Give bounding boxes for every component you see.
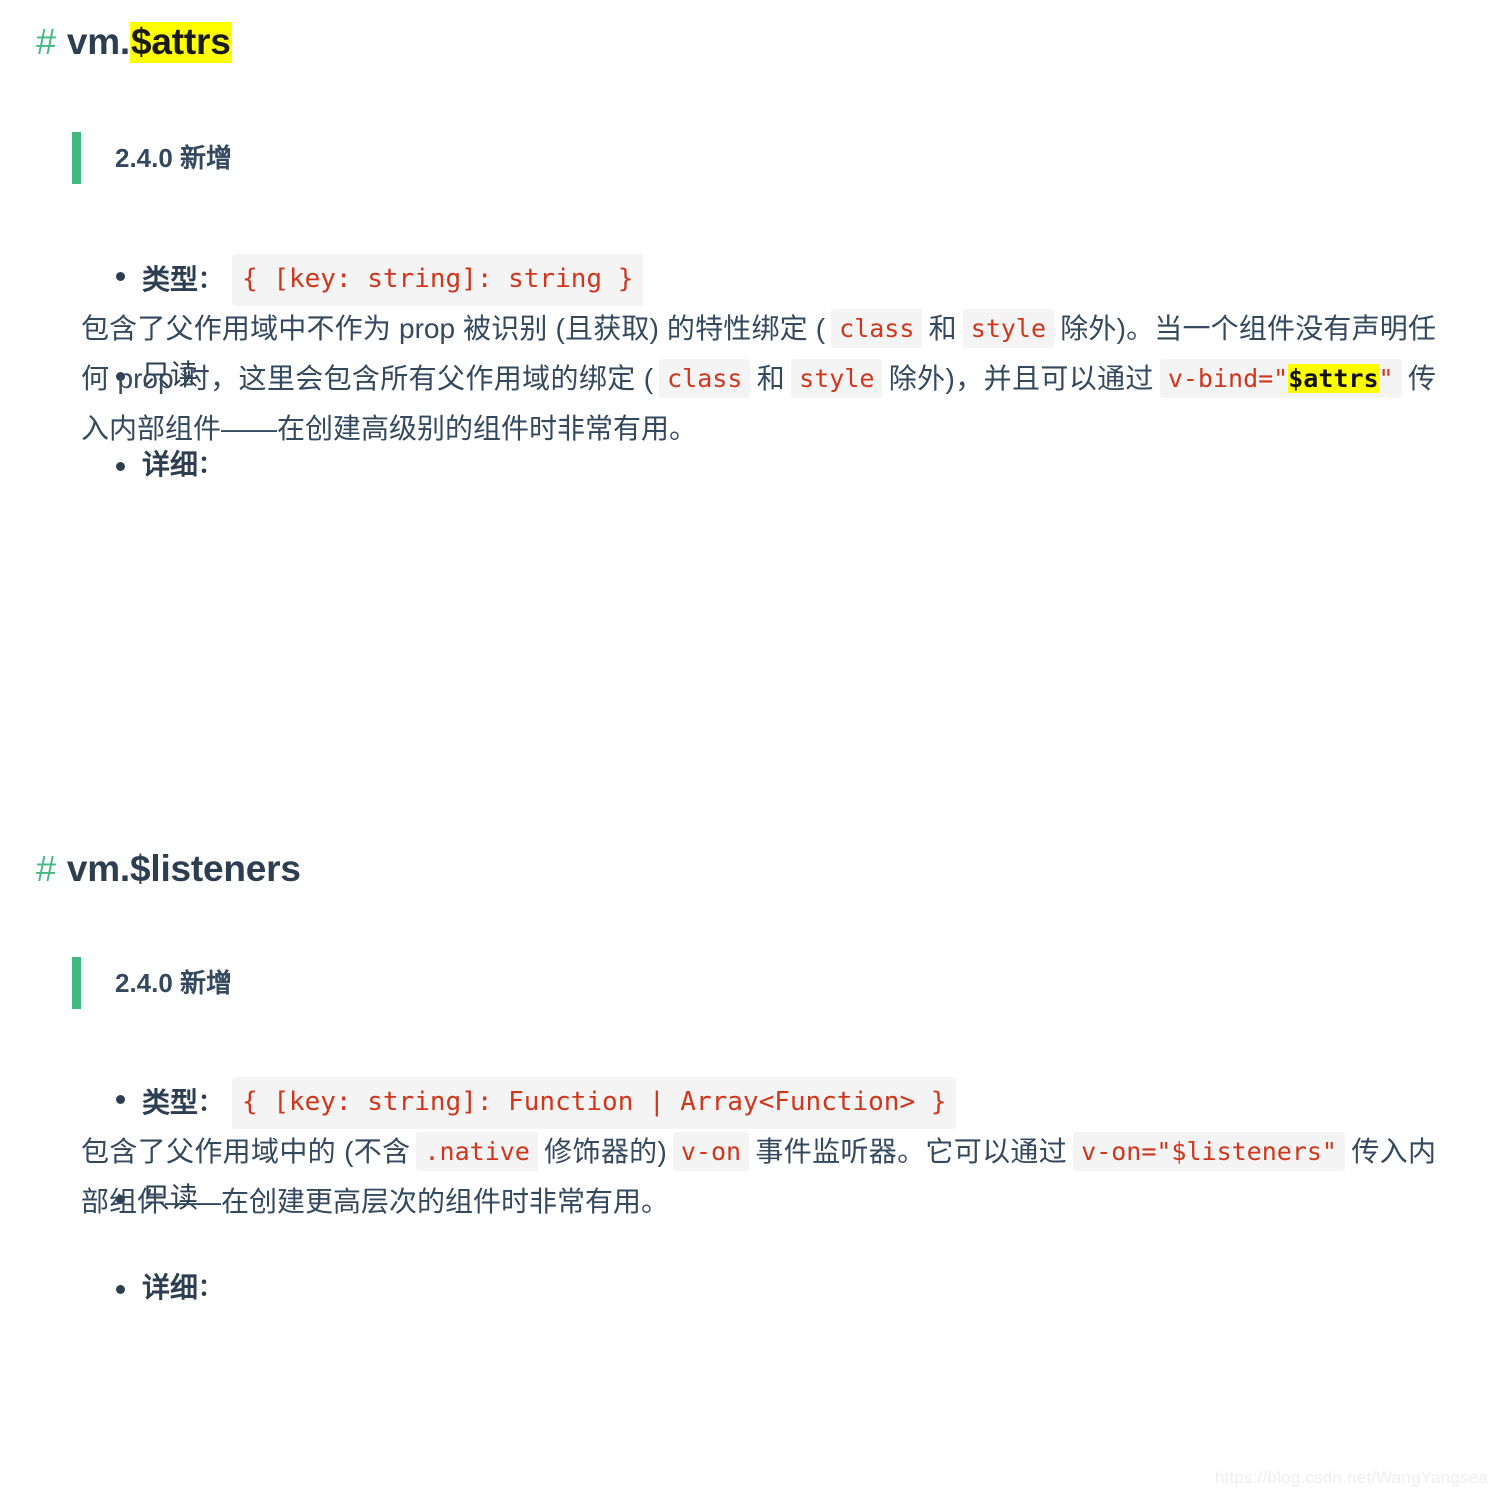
inline-code-style: style [962,309,1055,348]
para-text: 事件监听器。它可以通过 [755,1136,1068,1167]
version-blockquote-text: 2.4.0 新增 [115,967,233,998]
heading-vm-listeners: # vm.$listeners [36,848,1476,890]
inline-code-v-on: v-on [672,1132,750,1171]
heading-vm-attrs: # vm. $attrs [36,21,1476,63]
heading-anchor-icon[interactable]: # [36,849,56,889]
inline-code-v-bind-attrs: v-bind="$attrs" [1159,358,1402,398]
type-code: { [key: string]: Function | Array<Functi… [232,1077,957,1129]
inline-code-native: .native [416,1132,538,1171]
section-vm-listeners: # vm.$listeners 2.4.0 新增 类型： { [key: str… [36,848,1476,1302]
para-text: 修饰器的) [543,1136,667,1167]
list-item-type: 类型： { [key: string]: string } [104,254,1504,306]
section-vm-attrs: # vm. $attrs 2.4.0 新增 类型： { [key: string]… [36,21,1476,479]
heading-text-prefix: vm.$listeners [66,848,301,889]
code-highlight: $attrs [1288,363,1379,393]
para-text: 和 [756,362,786,394]
type-code: { [key: string]: string } [232,254,644,306]
list-item-colon: ： [198,265,223,293]
list-item-colon: ： [198,1273,223,1301]
list-item-label: 类型 [142,1086,199,1118]
list-item-colon: ： [198,1088,223,1116]
para-text: 包含了父作用域中不作为 prop 被识别 (且获取) 的特性绑定 ( [81,313,826,344]
version-blockquote: 2.4.0 新增 [72,957,972,1009]
inline-code-style: style [791,358,883,398]
inline-code-v-on-listeners: v-on="$listeners" [1073,1132,1345,1171]
heading-text-highlight: $attrs [130,21,232,63]
version-blockquote-text: 2.4.0 新增 [115,142,233,173]
detail-paragraph: 包含了父作用域中不作为 prop 被识别 (且获取) 的特性绑定 (class 和… [81,304,1436,453]
list-item-type: 类型： { [key: string]: Function | Array<Fu… [104,1077,1504,1129]
list-item-label: 详细 [142,1271,199,1303]
documentation-page: # vm. $attrs 2.4.0 新增 类型： { [key: string]… [0,0,1506,1506]
code-suffix: " [1378,363,1394,393]
inline-code-class: class [659,358,751,398]
heading-anchor-icon[interactable]: # [36,22,56,62]
watermark: https://blog.csdn.net/WangYangsea [1214,1468,1488,1487]
inline-code-class: class [831,309,923,348]
detail-paragraph: 包含了父作用域中的 (不含 .native 修饰器的) v-on 事件监听器。它可以通过… [81,1127,1436,1227]
list-item-detail: 详细： [104,1267,1504,1309]
heading-text-prefix: vm. [66,21,130,62]
code-prefix: v-bind=" [1167,363,1289,393]
list-item-label: 类型 [142,263,199,295]
para-text: 包含了父作用域中的 (不含 [81,1136,411,1167]
para-text: 和 [928,313,957,344]
para-text: 除外)，并且可以通过 [888,362,1154,394]
version-blockquote: 2.4.0 新增 [72,132,972,184]
